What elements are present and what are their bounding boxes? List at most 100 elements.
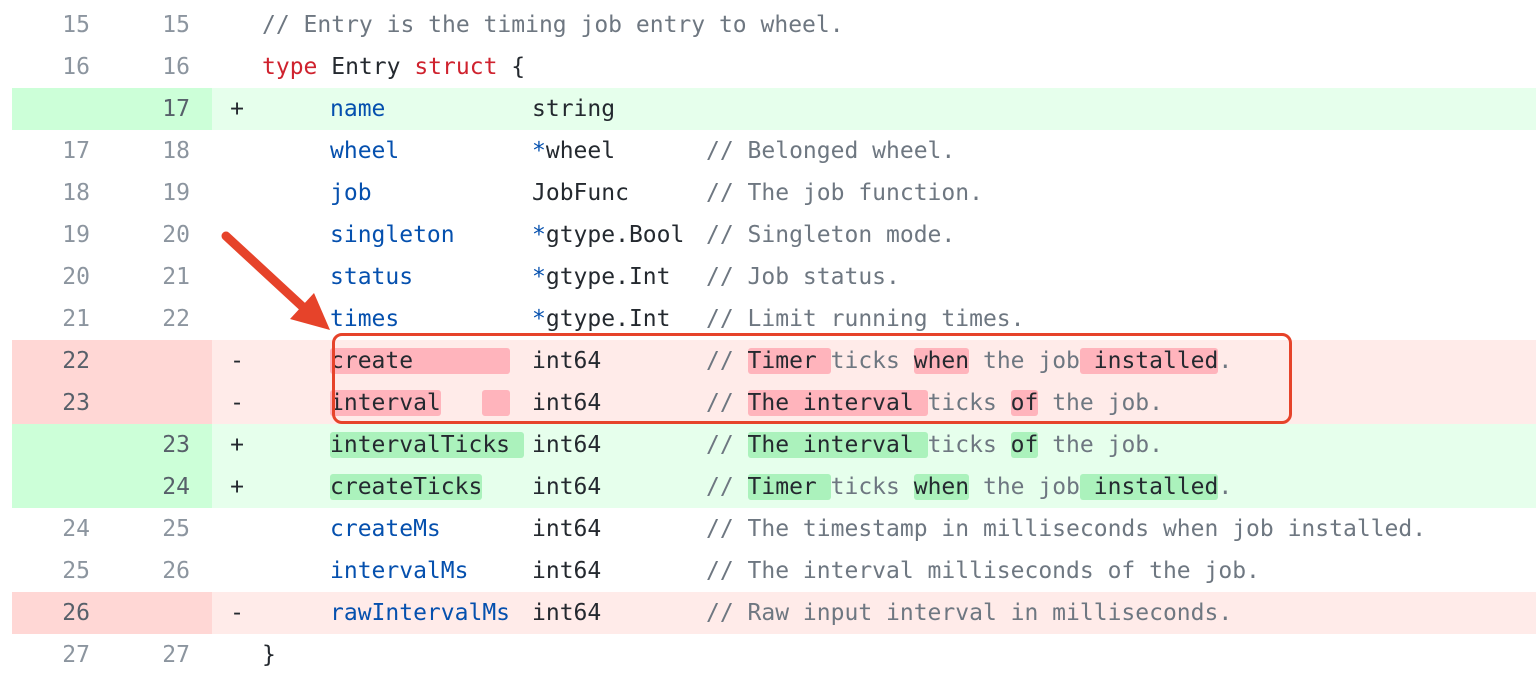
old-line-number[interactable]: 26 (12, 592, 112, 634)
comment-column: // Belonged wheel. (706, 138, 955, 164)
diff-marker (212, 256, 262, 298)
comment-column: // Singleton mode. (706, 222, 955, 248)
old-line-number[interactable]: 20 (12, 256, 112, 298)
diff-row-removed: 26 - rawIntervalMs int64 // Raw input interv… (12, 592, 1536, 634)
diff-marker: - (212, 340, 262, 382)
diff-row-context: 27 27} (12, 634, 1536, 676)
new-line-number[interactable] (112, 340, 212, 382)
old-line-number[interactable] (12, 424, 112, 466)
comment-column: // The interval ticks of the job. (706, 390, 1163, 416)
code-token: of (1010, 432, 1039, 458)
code-comment: // Job status. (706, 264, 900, 290)
diff-marker: + (212, 424, 262, 466)
comment-column: // Limit running times. (706, 306, 1025, 332)
code-comment: the job. (1038, 390, 1163, 416)
new-line-number[interactable]: 24 (112, 466, 212, 508)
code-token: gtype.Bool (545, 222, 685, 248)
new-line-number[interactable]: 21 (112, 256, 212, 298)
new-line-number[interactable]: 26 (112, 550, 212, 592)
type-column: *gtype.Int (532, 298, 706, 340)
new-line-number[interactable]: 22 (112, 298, 212, 340)
old-line-number[interactable]: 22 (12, 340, 112, 382)
diff-row-context: 25 26 intervalMs int64 // The interval milli… (12, 550, 1536, 592)
code-token: int64 (532, 600, 602, 626)
new-line-number[interactable]: 27 (112, 634, 212, 676)
new-line-number[interactable]: 17 (112, 88, 212, 130)
diff-view: 15 15 // Entry is the timing job entry to … (12, 4, 1536, 676)
code-token: when (913, 474, 970, 500)
old-line-number[interactable] (12, 88, 112, 130)
keyword: struct (414, 54, 498, 80)
old-line-number[interactable]: 16 (12, 46, 112, 88)
new-line-number[interactable]: 20 (112, 214, 212, 256)
code-line: job JobFunc // The job function. (262, 172, 1536, 214)
comment-column: // Job status. (706, 264, 900, 290)
old-line-number[interactable]: 15 (12, 4, 112, 46)
comment-column: // The interval milliseconds of the job. (706, 558, 1260, 584)
diff-marker (212, 4, 262, 46)
code-comment: the job (969, 348, 1080, 374)
field-name: status (330, 264, 414, 290)
old-line-number[interactable]: 25 (12, 550, 112, 592)
code-line: status *gtype.Int// Job status. (262, 256, 1536, 298)
code-line: singleton *gtype.Bool// Singleton mode. (262, 214, 1536, 256)
comment-column: // The interval ticks of the job. (706, 432, 1163, 458)
diff-marker: - (212, 382, 262, 424)
new-line-number[interactable]: 15 (112, 4, 212, 46)
diff-row-context: 19 20 singleton *gtype.Bool// Singleton mod… (12, 214, 1536, 256)
code-token: int64 (532, 348, 602, 374)
old-line-number[interactable] (12, 466, 112, 508)
old-line-number[interactable]: 18 (12, 172, 112, 214)
code-line: interval int64 // The interval ticks of t… (262, 382, 1536, 424)
code-token: intervalTicks (330, 432, 524, 458)
new-line-number[interactable] (112, 592, 212, 634)
old-line-number[interactable]: 24 (12, 508, 112, 550)
code-comment: // Limit running times. (706, 306, 1025, 332)
code-comment: ticks (830, 474, 914, 500)
old-line-number[interactable]: 23 (12, 382, 112, 424)
new-line-number[interactable]: 18 (112, 130, 212, 172)
new-line-number[interactable] (112, 382, 212, 424)
type-column: *wheel (532, 130, 706, 172)
field-column: times (330, 298, 532, 340)
code-token: * (532, 138, 546, 164)
new-line-number[interactable]: 25 (112, 508, 212, 550)
type-column: int64 (532, 592, 706, 634)
diff-marker (212, 298, 262, 340)
field-name: singleton (330, 222, 455, 248)
diff-marker (212, 508, 262, 550)
code-token: * (532, 306, 546, 332)
old-line-number[interactable]: 21 (12, 298, 112, 340)
code-comment: // Raw input interval in milliseconds. (706, 600, 1233, 626)
new-line-number[interactable]: 19 (112, 172, 212, 214)
code-comment: // The timestamp in milliseconds when jo… (706, 516, 1427, 542)
old-line-number[interactable]: 19 (12, 214, 112, 256)
diff-marker (212, 172, 262, 214)
code-token: * (532, 264, 546, 290)
code-comment: ticks (927, 390, 1011, 416)
old-line-number[interactable]: 17 (12, 130, 112, 172)
code-token: interval (330, 390, 441, 416)
field-name: job (330, 180, 372, 206)
code-comment: the job (969, 474, 1080, 500)
new-line-number[interactable]: 23 (112, 424, 212, 466)
field-name: rawIntervalMs (330, 600, 511, 626)
code-token: gtype.Int (545, 306, 671, 332)
diff-row-context: 20 21 status *gtype.Int// Job status. (12, 256, 1536, 298)
old-line-number[interactable]: 27 (12, 634, 112, 676)
type-column: int64 (532, 382, 706, 424)
code-token: of (1010, 390, 1039, 416)
field-name: intervalMs (330, 558, 469, 584)
new-line-number[interactable]: 16 (112, 46, 212, 88)
field-column: interval (330, 382, 532, 424)
diff-row-added: 23 + intervalTicks int64 // The interval ti… (12, 424, 1536, 466)
code-comment: . (1218, 474, 1233, 500)
diff-row-removed: 22 - create int64 // Timer ticks when the j… (12, 340, 1536, 382)
diff-marker: + (212, 88, 262, 130)
code-token: string (532, 96, 616, 122)
code-token: Timer (747, 348, 831, 374)
code-token: { (497, 54, 526, 80)
code-token: when (913, 348, 970, 374)
code-comment: // Belonged wheel. (706, 138, 956, 164)
